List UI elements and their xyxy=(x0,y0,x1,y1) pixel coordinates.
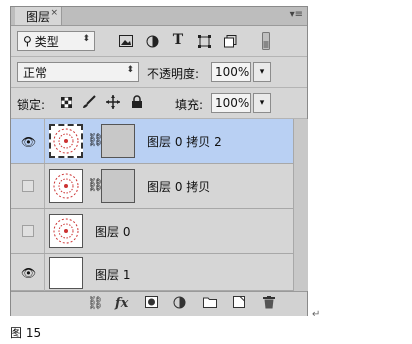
layer-name: 图层 1 xyxy=(95,268,131,282)
eye-icon: 👁 xyxy=(21,266,37,280)
layer-row[interactable]: 图层 0 xyxy=(11,209,293,254)
layer-row[interactable]: ⛓ 图层 0 拷贝 xyxy=(11,164,293,209)
fx-icon[interactable]: fx xyxy=(115,296,128,311)
figure-caption: 图 15 xyxy=(10,326,42,340)
type-filter-icon[interactable]: T xyxy=(169,31,187,49)
paragraph-return-mark: ↵ xyxy=(312,309,321,320)
panel-footer: ⛓ fx xyxy=(11,291,307,316)
lock-position-icon[interactable] xyxy=(105,94,121,110)
chevron-updown-icon: ⬍ xyxy=(82,34,90,44)
new-group-icon[interactable] xyxy=(203,296,217,312)
image-filter-icon[interactable] xyxy=(117,32,135,50)
lock-image-pixels-icon[interactable] xyxy=(81,94,97,110)
layer-thumbnail xyxy=(49,169,83,203)
blend-mode-value: 正常 xyxy=(23,65,48,80)
opacity-label: 不透明度: xyxy=(147,67,200,81)
layer-thumbnail xyxy=(49,257,83,289)
add-mask-icon[interactable] xyxy=(145,296,158,312)
scrollbar[interactable] xyxy=(293,119,308,291)
tab-layers-label: 图层 xyxy=(25,9,50,24)
layer-thumbnail xyxy=(49,214,83,248)
eye-icon: 👁 xyxy=(21,135,37,149)
filter-row: ⚲ 类型 ⬍ T xyxy=(11,26,307,57)
layer-mask-thumbnail[interactable] xyxy=(101,169,135,203)
fill-dropdown-button[interactable]: ▾ xyxy=(253,93,271,113)
blend-row: 正常 ⬍ 不透明度: 100% ▾ xyxy=(11,57,307,88)
new-layer-icon[interactable] xyxy=(233,296,245,312)
lock-label: 锁定: xyxy=(17,98,46,112)
layer-name: 图层 0 拷贝 xyxy=(147,180,211,194)
layer-thumbnail xyxy=(49,124,83,158)
layer-mask-thumbnail[interactable] xyxy=(101,124,135,158)
lock-transparent-pixels-icon[interactable] xyxy=(59,95,73,109)
shape-filter-icon[interactable] xyxy=(195,32,213,50)
filter-kind-select[interactable]: ⚲ 类型 ⬍ xyxy=(17,31,95,51)
visibility-toggle[interactable] xyxy=(11,209,45,253)
lock-row: 锁定: 填充: 100% ▾ xyxy=(11,88,307,119)
layer-name: 图层 0 xyxy=(95,225,131,239)
delete-layer-icon[interactable] xyxy=(263,296,275,313)
fill-input[interactable]: 100% xyxy=(211,93,251,113)
link-layers-icon[interactable]: ⛓ xyxy=(87,296,104,311)
lock-all-icon[interactable] xyxy=(129,94,145,110)
layer-row[interactable]: 👁 图层 1 xyxy=(11,254,293,291)
close-icon[interactable]: × xyxy=(50,8,58,18)
layer-row[interactable]: 👁 ⛓ 图层 0 拷贝 2 xyxy=(11,119,293,164)
layer-name: 图层 0 拷贝 2 xyxy=(147,135,222,149)
blend-mode-select[interactable]: 正常 ⬍ xyxy=(17,62,139,82)
chevron-updown-icon: ⬍ xyxy=(126,65,134,75)
visibility-off-box xyxy=(22,180,34,192)
panel-menu-icon[interactable]: ▾≡ xyxy=(290,9,303,20)
filter-toggle-icon[interactable] xyxy=(259,31,273,51)
search-icon: ⚲ xyxy=(23,34,32,48)
visibility-toggle[interactable]: 👁 xyxy=(11,254,45,291)
visibility-off-box xyxy=(22,225,34,237)
tab-layers[interactable]: 图层 × xyxy=(15,7,62,25)
adjustment-filter-icon[interactable] xyxy=(143,32,161,50)
opacity-input[interactable]: 100% xyxy=(211,62,251,82)
opacity-dropdown-button[interactable]: ▾ xyxy=(253,62,271,82)
filter-kind-label: 类型 xyxy=(34,34,59,49)
visibility-toggle[interactable] xyxy=(11,164,45,208)
layers-panel: 图层 × ▾≡ ⚲ 类型 ⬍ T 正常 ⬍ 不透明度: 100% ▾ 锁定: 填… xyxy=(10,6,308,316)
panel-tab-bar: 图层 × ▾≡ xyxy=(11,7,307,26)
smart-object-filter-icon[interactable] xyxy=(221,32,239,50)
visibility-toggle[interactable]: 👁 xyxy=(11,119,45,163)
fill-label: 填充: xyxy=(175,98,204,112)
adjustment-layer-icon[interactable] xyxy=(173,296,186,313)
